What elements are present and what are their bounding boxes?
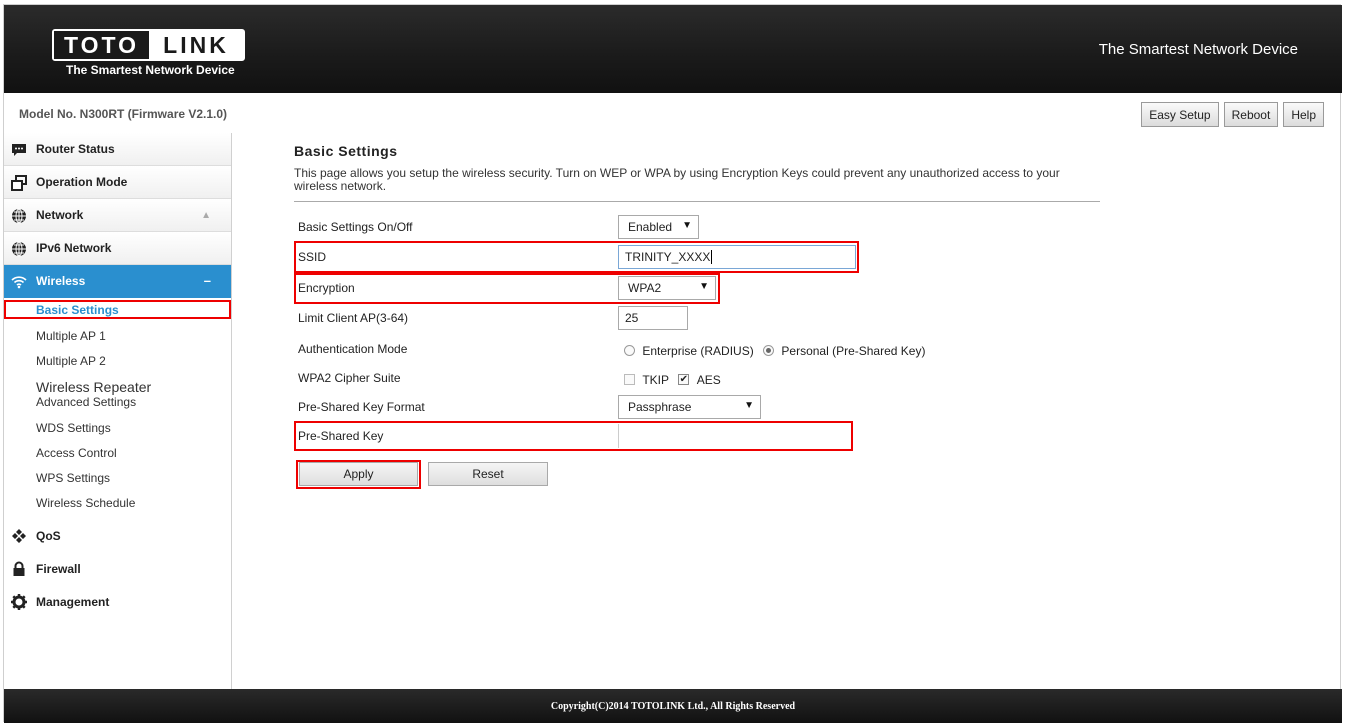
auth-personal-radio[interactable] (763, 345, 775, 357)
row-limit-client: Limit Client AP(3-64) 25 (294, 304, 1114, 333)
cipher-tkip-label: TKIP (642, 372, 670, 387)
row-cipher-suite: WPA2 Cipher Suite TKIP ✔ AES (294, 364, 1114, 393)
auth-enterprise-label: Enterprise (RADIUS) (642, 343, 754, 358)
encryption-value: WPA2 (628, 281, 662, 295)
sidebar-item-wireless[interactable]: Wireless – (4, 265, 231, 298)
diamond-arrows-icon (12, 529, 26, 543)
sidebar-subitem-basic-settings[interactable]: Basic Settings (4, 300, 231, 319)
model-number: Model No. N300RT (Firmware V2.1.0) (19, 107, 228, 121)
row-ssid: SSID TRINITY_XXXX (294, 243, 1114, 272)
top-button-group: Easy Setup Reboot Help (1141, 102, 1324, 127)
psk-format-value: Passphrase (628, 400, 692, 414)
cipher-suite-label: WPA2 Cipher Suite (298, 371, 401, 385)
header-tagline: The Smartest Network Device (1098, 41, 1298, 58)
totolink-logo: TOTO LINK (52, 29, 245, 61)
row-psk: Pre-Shared Key (294, 422, 1114, 451)
copyright-text: Copyright(C)2014 TOTOLINK Ltd., All Righ… (550, 700, 796, 712)
globe-icon (12, 241, 26, 257)
row-basic-onoff: Basic Settings On/Off Enabled ▼ (294, 213, 1114, 242)
auth-personal-label: Personal (Pre-Shared Key) (781, 343, 926, 358)
cipher-aes-checkbox[interactable]: ✔ (678, 374, 690, 386)
sidebar-item-label: Router Status (36, 142, 115, 156)
logo-right-text: LINK (149, 31, 243, 59)
collapse-minus-icon: – (203, 273, 211, 288)
limit-client-input[interactable]: 25 (618, 306, 688, 330)
psk-label: Pre-Shared Key (298, 429, 384, 443)
text-cursor (711, 250, 713, 264)
page-description: This page allows you setup the wireless … (294, 166, 1060, 193)
basic-onoff-label: Basic Settings On/Off (298, 220, 413, 234)
sidebar-subitem-wireless-schedule[interactable]: Wireless Schedule (4, 490, 231, 515)
basic-onoff-value: Enabled (628, 220, 673, 234)
speech-bubble-icon (12, 144, 26, 156)
sidebar-item-ipv6-network[interactable]: IPv6 Network (4, 232, 231, 265)
auth-mode-options: Enterprise (RADIUS) Personal (Pre-Shared… (624, 343, 931, 358)
sidebar-item-operation-mode[interactable]: Operation Mode (4, 166, 231, 199)
sidebar-subitem-multiple-ap2[interactable]: Multiple AP 2 (4, 348, 231, 373)
encryption-select[interactable]: WPA2 ▼ (618, 276, 716, 300)
row-encryption: Encryption WPA2 ▼ (294, 274, 1114, 303)
easy-setup-button[interactable]: Easy Setup (1141, 102, 1219, 127)
sidebar-item-label: Wireless (36, 274, 86, 288)
sidebar-item-qos[interactable]: QoS (4, 519, 231, 552)
ssid-value: TRINITY_XXXX (625, 250, 711, 264)
main-content: Basic Settings This page allows you setu… (294, 143, 1100, 202)
sidebar-subitem-wireless-repeater[interactable]: Wireless Repeater (36, 379, 151, 395)
expand-arrow-icon: ▲ (201, 210, 211, 221)
sidebar-item-management[interactable]: Management (4, 585, 231, 618)
divider (294, 201, 1100, 202)
psk-format-label: Pre-Shared Key Format (298, 400, 425, 414)
dropdown-caret-icon: ▼ (699, 281, 709, 292)
router-admin-window: TOTO LINK The Smartest Network Device Th… (3, 4, 1342, 723)
sidebar-subitem-repeater-group: Wireless Repeater Advanced Settings (4, 373, 231, 415)
globe-icon (12, 208, 26, 224)
sidebar-subitem-wps-settings[interactable]: WPS Settings (4, 465, 231, 490)
dropdown-caret-icon: ▼ (744, 400, 754, 411)
reboot-button[interactable]: Reboot (1223, 102, 1279, 127)
logo-tagline: The Smartest Network Device (66, 63, 235, 77)
cipher-tkip-checkbox[interactable] (624, 374, 635, 386)
limit-client-label: Limit Client AP(3-64) (298, 311, 409, 325)
windows-stack-icon (11, 175, 27, 191)
sidebar-item-router-status[interactable]: Router Status (4, 133, 231, 166)
auth-mode-label: Authentication Mode (298, 342, 408, 356)
sidebar-item-label: QoS (36, 528, 61, 543)
lock-icon (13, 561, 25, 576)
page-title: Basic Settings (294, 143, 398, 159)
sidebar-item-label: Firewall (36, 561, 81, 576)
sidebar-nav: Router Status Operation Mode Network ▲ I… (4, 133, 232, 689)
sidebar-item-label: Management (36, 594, 110, 609)
sidebar-subitem-advanced-settings[interactable]: Advanced Settings (36, 395, 136, 409)
sidebar-item-label: Network (36, 208, 84, 222)
cipher-suite-options: TKIP ✔ AES (624, 372, 727, 387)
cipher-aes-label: AES (696, 372, 721, 387)
auth-enterprise-radio[interactable] (624, 345, 635, 357)
sidebar-item-firewall[interactable]: Firewall (4, 552, 231, 585)
encryption-label: Encryption (298, 281, 355, 295)
sidebar-item-label: Operation Mode (36, 175, 128, 189)
psk-input[interactable] (618, 424, 848, 448)
row-psk-format: Pre-Shared Key Format Passphrase ▼ (294, 393, 1114, 422)
help-button[interactable]: Help (1283, 102, 1324, 127)
logo-left-text: TOTO (54, 31, 149, 59)
limit-client-value: 25 (625, 311, 639, 325)
sidebar-subitem-wds-settings[interactable]: WDS Settings (4, 415, 231, 440)
ssid-label: SSID (298, 250, 327, 264)
sidebar-item-label: IPv6 Network (36, 241, 112, 255)
apply-button[interactable]: Apply (299, 462, 418, 486)
ssid-input[interactable]: TRINITY_XXXX (618, 245, 856, 269)
row-auth-mode: Authentication Mode Enterprise (RADIUS) … (294, 335, 1114, 364)
footer-bar: Copyright(C)2014 TOTOLINK Ltd., All Righ… (4, 689, 1342, 723)
header-bar: TOTO LINK The Smartest Network Device Th… (4, 5, 1342, 93)
wifi-icon (11, 276, 27, 289)
sidebar-subitem-access-control[interactable]: Access Control (4, 440, 231, 465)
dropdown-caret-icon: ▼ (682, 220, 692, 231)
basic-onoff-select[interactable]: Enabled ▼ (618, 215, 699, 239)
sidebar-subitem-multiple-ap1[interactable]: Multiple AP 1 (4, 323, 231, 348)
sidebar-item-network[interactable]: Network ▲ (4, 199, 231, 232)
reset-button[interactable]: Reset (428, 462, 548, 486)
psk-format-select[interactable]: Passphrase ▼ (618, 395, 761, 419)
gear-icon (11, 594, 27, 610)
